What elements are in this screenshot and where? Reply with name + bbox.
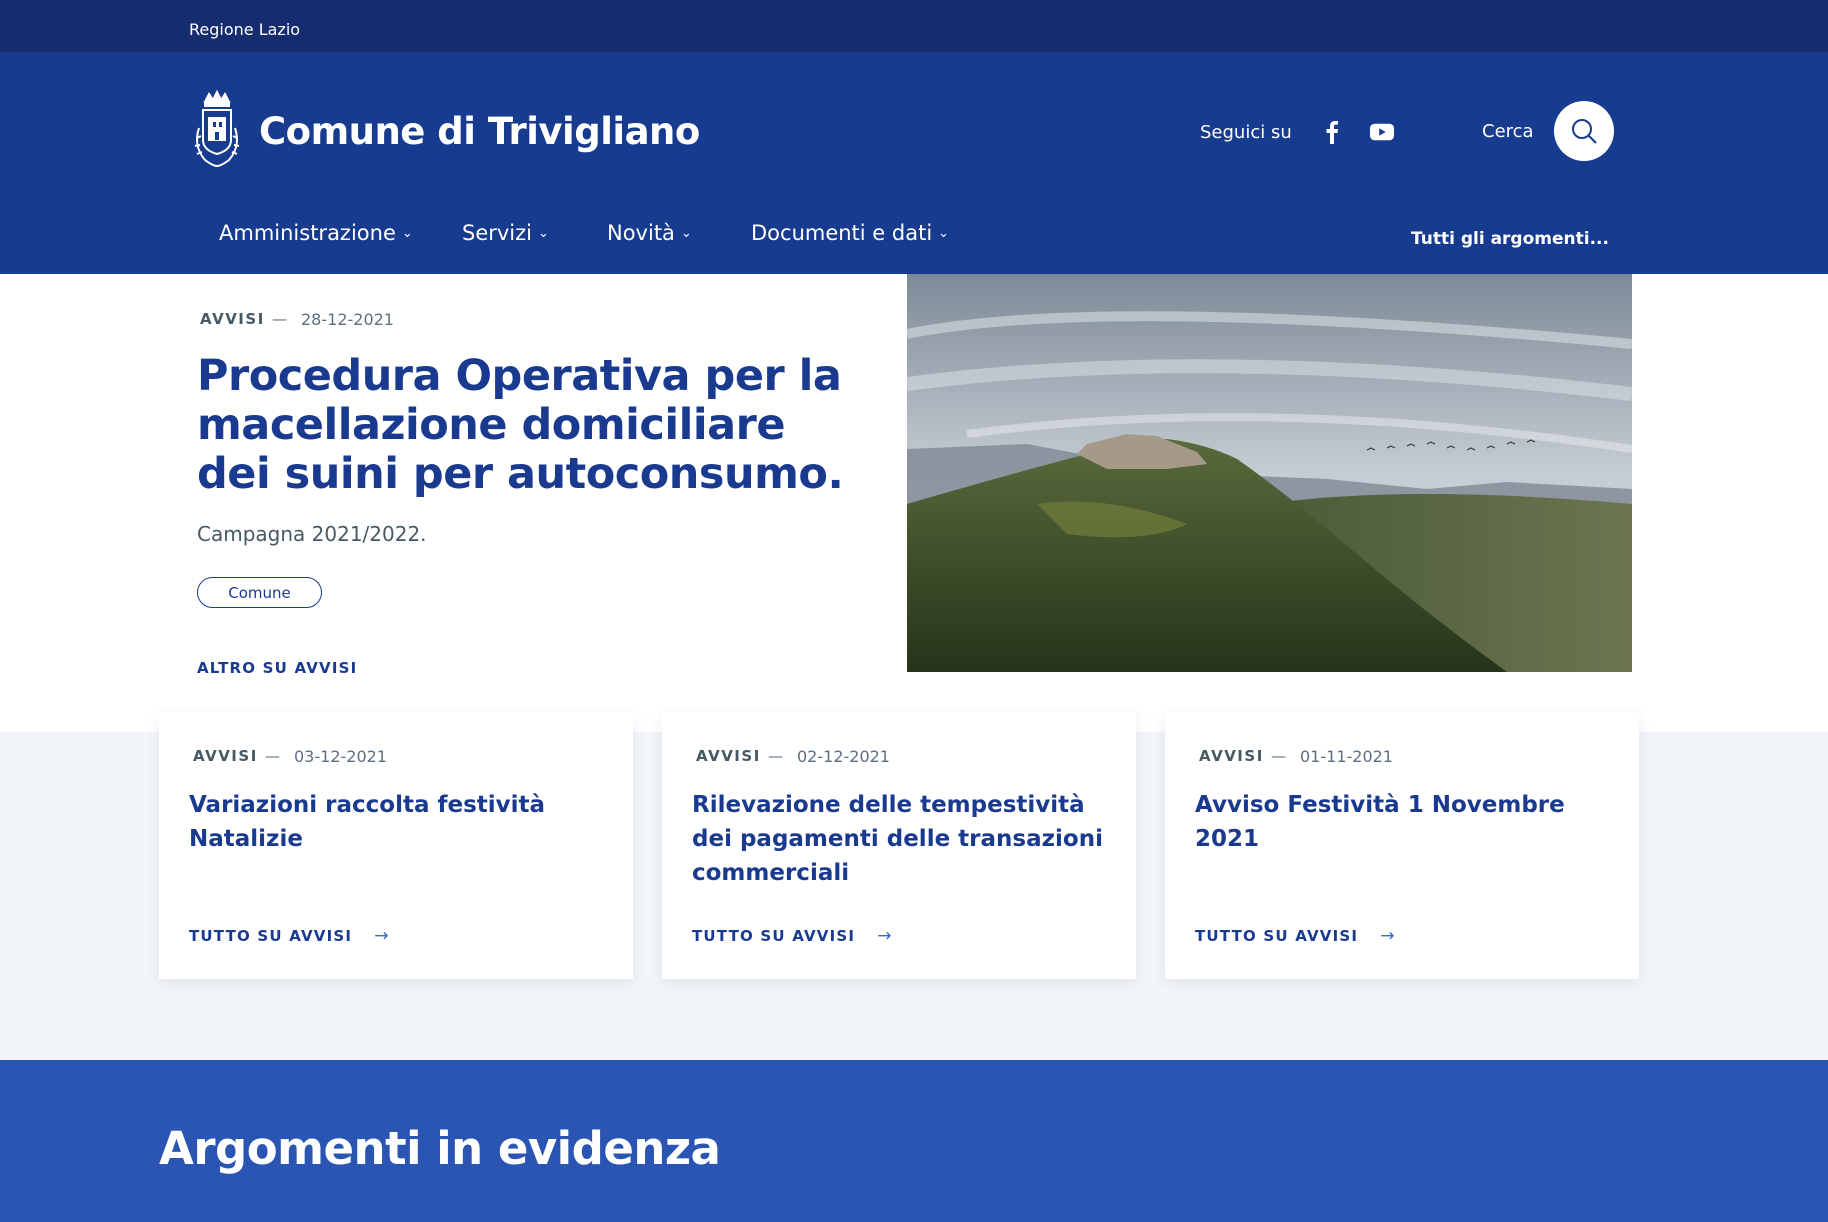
site-brand[interactable]: Comune di Trivigliano bbox=[189, 88, 700, 174]
nav-item-documenti[interactable]: Documenti e dati ⌄ bbox=[751, 221, 949, 245]
follow-label: Seguici su bbox=[1200, 121, 1292, 143]
chevron-down-icon: ⌄ bbox=[538, 225, 549, 241]
social-links: Seguici su bbox=[1200, 120, 1420, 144]
card-more-label: TUTTO SU AVVISI bbox=[1195, 927, 1359, 945]
card-more-label: TUTTO SU AVVISI bbox=[189, 927, 353, 945]
hero-date: 28-12-2021 bbox=[301, 310, 394, 329]
search-button[interactable] bbox=[1553, 101, 1614, 161]
card-dash: — bbox=[1271, 747, 1286, 765]
card-date: 01-11-2021 bbox=[1300, 747, 1393, 766]
nav-item-servizi[interactable]: Servizi ⌄ bbox=[462, 221, 549, 245]
nav-item-novita[interactable]: Novità ⌄ bbox=[607, 221, 692, 245]
card-more-link[interactable]: TUTTO SU AVVISI → bbox=[692, 926, 893, 946]
card-more-link[interactable]: TUTTO SU AVVISI → bbox=[1195, 926, 1396, 946]
region-link[interactable]: Regione Lazio bbox=[189, 20, 300, 39]
card-date: 02-12-2021 bbox=[797, 747, 890, 766]
search-area: Cerca bbox=[1482, 101, 1614, 161]
news-card[interactable]: AVVISI — 01-11-2021 Avviso Festività 1 N… bbox=[1165, 712, 1639, 979]
search-label: Cerca bbox=[1482, 120, 1534, 142]
municipal-crest-icon bbox=[194, 89, 240, 168]
main-nav: Amministrazione ⌄ Servizi ⌄ Novità ⌄ Docume… bbox=[0, 195, 1828, 274]
all-topics-link[interactable]: Tutti gli argomenti... bbox=[1411, 229, 1609, 249]
hero-topic-chip[interactable]: Comune bbox=[197, 577, 322, 608]
card-title[interactable]: Avviso Festività 1 Novembre 2021 bbox=[1195, 788, 1615, 856]
chevron-down-icon: ⌄ bbox=[680, 225, 692, 241]
nav-item-amministrazione[interactable]: Amministrazione ⌄ bbox=[219, 221, 413, 245]
card-dash: — bbox=[768, 747, 783, 765]
card-title[interactable]: Rilevazione delle tempestività dei pagam… bbox=[692, 788, 1112, 890]
nav-item-label: Servizi bbox=[462, 221, 533, 245]
card-more-link[interactable]: TUTTO SU AVVISI → bbox=[189, 926, 390, 946]
hero-image bbox=[907, 274, 1632, 672]
hero-category[interactable]: AVVISI bbox=[200, 310, 265, 328]
facebook-icon[interactable] bbox=[1320, 120, 1344, 144]
card-category[interactable]: AVVISI bbox=[193, 747, 258, 765]
topics-section: Argomenti in evidenza bbox=[0, 1060, 1828, 1222]
card-date: 03-12-2021 bbox=[294, 747, 387, 766]
card-dash: — bbox=[265, 747, 280, 765]
nav-item-label: Amministrazione bbox=[219, 221, 396, 245]
arrow-right-icon: → bbox=[877, 926, 893, 946]
chevron-down-icon: ⌄ bbox=[938, 225, 950, 241]
card-category[interactable]: AVVISI bbox=[1199, 747, 1264, 765]
hero-subtitle: Campagna 2021/2022. bbox=[197, 522, 427, 546]
news-card[interactable]: AVVISI — 02-12-2021 Rilevazione delle te… bbox=[662, 712, 1136, 979]
search-icon bbox=[1571, 119, 1597, 144]
nav-item-label: Novità bbox=[607, 221, 675, 245]
card-more-label: TUTTO SU AVVISI bbox=[692, 927, 856, 945]
arrow-right-icon: → bbox=[374, 926, 390, 946]
hero-title[interactable]: Procedura Operativa per la macellazione … bbox=[197, 352, 847, 499]
chevron-down-icon: ⌄ bbox=[401, 225, 413, 241]
hero-more-link[interactable]: ALTRO SU AVVISI bbox=[197, 659, 357, 677]
youtube-icon[interactable] bbox=[1369, 120, 1394, 144]
slim-header: Regione Lazio bbox=[0, 0, 1828, 52]
nav-item-label: Documenti e dati bbox=[751, 221, 933, 245]
center-header: Comune di Trivigliano Seguici su Cerca bbox=[0, 52, 1828, 195]
hero-dash: — bbox=[272, 310, 287, 328]
hero-section: AVVISI — 28-12-2021 Procedura Operativa … bbox=[0, 274, 1828, 732]
topics-heading: Argomenti in evidenza bbox=[159, 1122, 721, 1175]
news-card[interactable]: AVVISI — 03-12-2021 Variazioni raccolta … bbox=[159, 712, 633, 979]
site-name: Comune di Trivigliano bbox=[259, 109, 700, 153]
arrow-right-icon: → bbox=[1380, 926, 1396, 946]
card-title[interactable]: Variazioni raccolta festività Natalizie bbox=[189, 788, 609, 856]
card-category[interactable]: AVVISI bbox=[696, 747, 761, 765]
